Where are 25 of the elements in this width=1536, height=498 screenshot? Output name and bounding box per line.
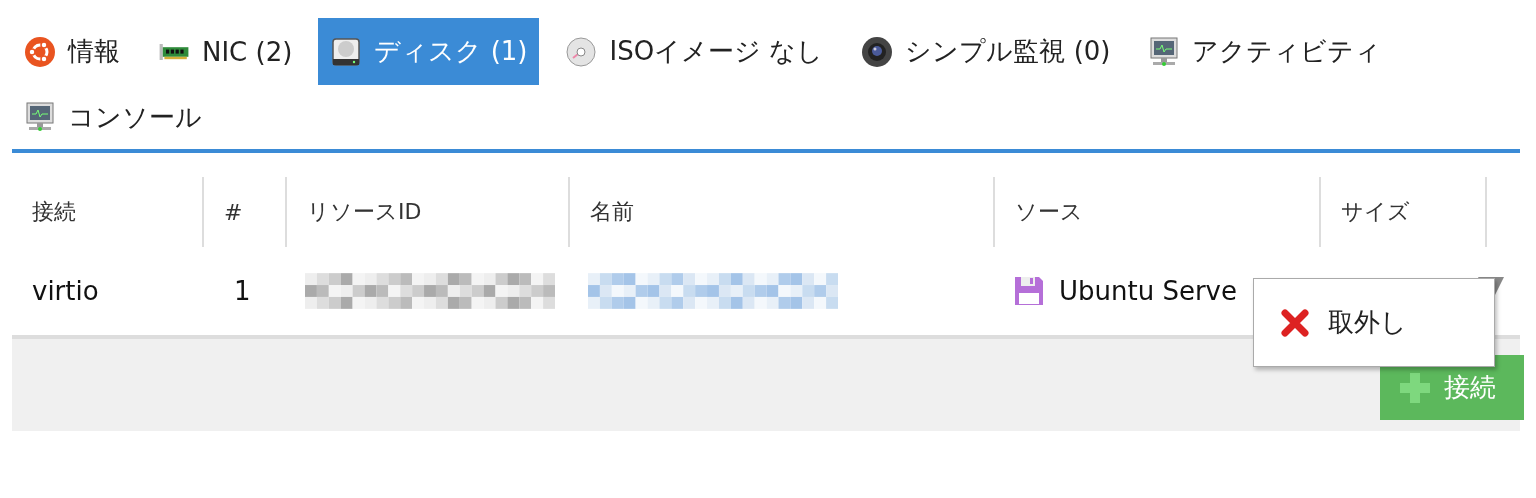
tab[interactable]: アクティビティ — [1136, 18, 1394, 85]
column-header: 接続 — [31, 198, 77, 226]
table-cell-text: 1 — [233, 275, 252, 308]
ubuntu-logo-icon — [24, 35, 56, 68]
monitor-icon — [1148, 35, 1181, 68]
remove-menu-item[interactable]: 取外し — [1254, 292, 1413, 353]
tab[interactable]: 情報 — [12, 18, 132, 85]
column-header: ソース — [993, 177, 1319, 247]
tab[interactable]: コンソール — [12, 85, 214, 149]
table-cell-text: virtio — [31, 275, 100, 308]
source-name: Ubuntu Serve — [1059, 276, 1237, 306]
column-header: サイズ — [1319, 177, 1485, 247]
column-header: 名前 — [568, 177, 993, 247]
plus-icon — [1400, 372, 1430, 403]
close-icon — [1280, 307, 1310, 338]
hard-drive-icon — [330, 35, 363, 68]
column-header: リソースID — [285, 177, 568, 247]
tab[interactable]: NIC (2) — [146, 18, 305, 85]
disc-icon — [565, 35, 598, 68]
camera-lens-icon — [861, 35, 894, 68]
column-header: # — [202, 177, 285, 247]
tab[interactable]: ISOイメージ なし — [553, 18, 836, 85]
tab[interactable]: シンプル監視 (0) — [849, 18, 1123, 85]
tab[interactable]: ディスク (1) — [318, 18, 540, 85]
monitor-icon — [24, 101, 56, 133]
